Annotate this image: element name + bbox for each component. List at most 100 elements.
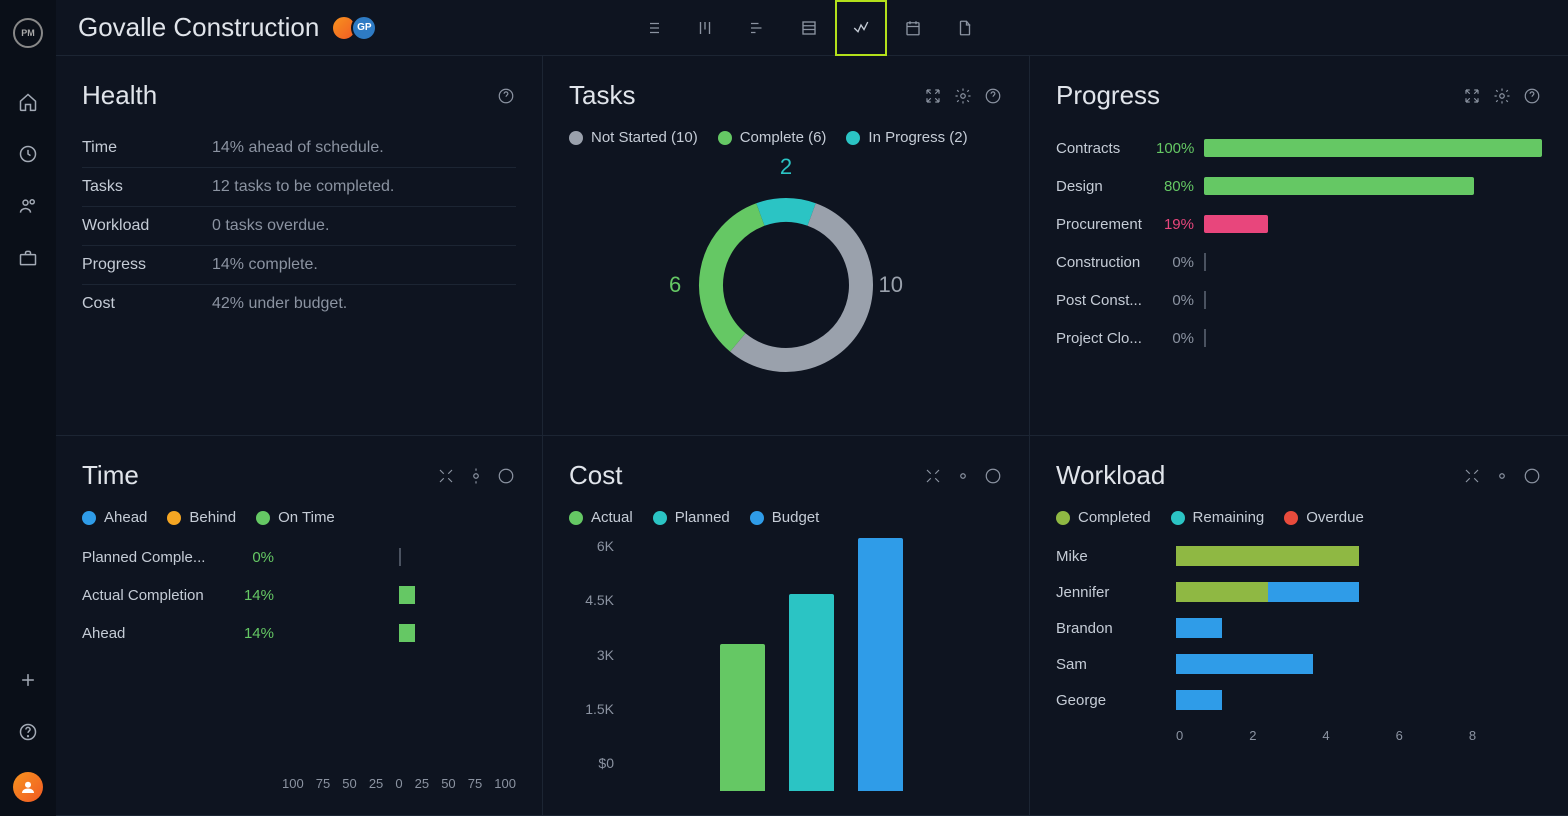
gantt-view-icon[interactable] <box>731 0 783 56</box>
dashboard-view-icon[interactable] <box>835 0 887 56</box>
cost-bar <box>720 644 765 791</box>
legend-label: Complete (6) <box>740 129 827 146</box>
member-avatar[interactable]: GP <box>351 15 377 41</box>
legend-dot <box>846 131 860 145</box>
list-view-icon[interactable] <box>627 0 679 56</box>
legend-dot <box>1056 511 1070 525</box>
axis-tick: 50 <box>441 776 455 791</box>
time-panel: Time AheadBehindOn Time Planned Comple..… <box>56 436 543 816</box>
expand-icon[interactable] <box>923 86 943 106</box>
legend-item: Not Started (10) <box>569 129 698 146</box>
axis-tick: 100 <box>494 776 516 791</box>
panel-title: Time <box>82 460 436 491</box>
briefcase-icon[interactable] <box>17 247 39 269</box>
axis-tick: 100 <box>282 776 304 791</box>
time-row: Ahead14% <box>82 614 516 652</box>
time-value: 14% <box>232 625 282 642</box>
gear-icon[interactable] <box>953 466 973 486</box>
calendar-view-icon[interactable] <box>887 0 939 56</box>
workload-name: Mike <box>1056 548 1176 565</box>
progress-bar <box>1204 139 1542 157</box>
people-icon[interactable] <box>17 195 39 217</box>
legend-label: Actual <box>591 509 633 526</box>
progress-label: Design <box>1056 178 1156 195</box>
expand-icon[interactable] <box>923 466 943 486</box>
sheet-view-icon[interactable] <box>783 0 835 56</box>
axis-tick: 1.5K <box>569 701 614 717</box>
axis-tick: 25 <box>369 776 383 791</box>
health-panel: Health Time14% ahead of schedule.Tasks12… <box>56 56 543 436</box>
progress-row: Procurement19% <box>1056 205 1542 243</box>
legend-item: Budget <box>750 509 820 526</box>
help-icon[interactable] <box>496 86 516 106</box>
legend-label: Behind <box>189 509 236 526</box>
help-icon[interactable] <box>983 466 1003 486</box>
health-label: Time <box>82 139 212 157</box>
time-label: Actual Completion <box>82 587 232 604</box>
health-row: Workload0 tasks overdue. <box>82 207 516 246</box>
gear-icon[interactable] <box>466 466 486 486</box>
help-icon[interactable] <box>1522 466 1542 486</box>
gear-icon[interactable] <box>953 86 973 106</box>
expand-icon[interactable] <box>1462 86 1482 106</box>
expand-icon[interactable] <box>1462 466 1482 486</box>
logo[interactable]: PM <box>13 18 43 48</box>
workload-name: Jennifer <box>1056 584 1176 601</box>
help-icon[interactable] <box>1522 86 1542 106</box>
workload-bar <box>1176 690 1542 710</box>
progress-value: 0% <box>1156 292 1204 309</box>
time-row: Actual Completion14% <box>82 576 516 614</box>
progress-bar <box>1204 291 1542 309</box>
health-row: Time14% ahead of schedule. <box>82 129 516 168</box>
progress-bar <box>1204 329 1542 347</box>
panel-title: Workload <box>1056 460 1462 491</box>
progress-label: Procurement <box>1056 216 1156 233</box>
progress-value: 0% <box>1156 330 1204 347</box>
legend-item: Complete (6) <box>718 129 827 146</box>
legend-dot <box>653 511 667 525</box>
user-avatar[interactable] <box>13 772 43 802</box>
workload-bar <box>1176 618 1542 638</box>
legend-label: In Progress (2) <box>868 129 967 146</box>
progress-bar <box>1204 177 1542 195</box>
legend-dot <box>256 511 270 525</box>
axis-tick: 0 <box>1176 728 1249 743</box>
axis-tick: 50 <box>342 776 356 791</box>
board-view-icon[interactable] <box>679 0 731 56</box>
view-toolbar <box>627 0 991 56</box>
time-bar <box>282 624 516 642</box>
panel-title: Health <box>82 80 496 111</box>
gear-icon[interactable] <box>1492 466 1512 486</box>
workload-bar <box>1176 654 1542 674</box>
axis-tick: 25 <box>415 776 429 791</box>
progress-label: Post Const... <box>1056 292 1156 309</box>
cost-chart: 6K4.5K3K1.5K$0 <box>569 538 1003 791</box>
gear-icon[interactable] <box>1492 86 1512 106</box>
legend-dot <box>569 511 583 525</box>
panel-title: Tasks <box>569 80 923 111</box>
workload-row: Sam <box>1056 646 1542 682</box>
help-icon[interactable] <box>983 86 1003 106</box>
axis-tick: 0 <box>395 776 402 791</box>
help-icon[interactable] <box>496 466 516 486</box>
help-icon[interactable] <box>17 721 39 743</box>
cost-bar <box>858 538 903 791</box>
health-value: 14% complete. <box>212 256 318 274</box>
tasks-donut: 2 6 10 <box>569 158 1003 411</box>
file-view-icon[interactable] <box>939 0 991 56</box>
home-icon[interactable] <box>17 91 39 113</box>
progress-label: Project Clo... <box>1056 330 1156 347</box>
workload-panel: Workload CompletedRemainingOverdue MikeJ… <box>1030 436 1568 816</box>
health-label: Progress <box>82 256 212 274</box>
axis-tick: 75 <box>468 776 482 791</box>
legend-item: Ahead <box>82 509 147 526</box>
expand-icon[interactable] <box>436 466 456 486</box>
legend-label: Planned <box>675 509 730 526</box>
dashboard-grid: Health Time14% ahead of schedule.Tasks12… <box>56 56 1568 816</box>
clock-icon[interactable] <box>17 143 39 165</box>
legend-item: On Time <box>256 509 335 526</box>
plus-icon[interactable] <box>17 669 39 691</box>
axis-tick: 3K <box>569 647 614 663</box>
axis-tick: 4.5K <box>569 592 614 608</box>
workload-row: Brandon <box>1056 610 1542 646</box>
